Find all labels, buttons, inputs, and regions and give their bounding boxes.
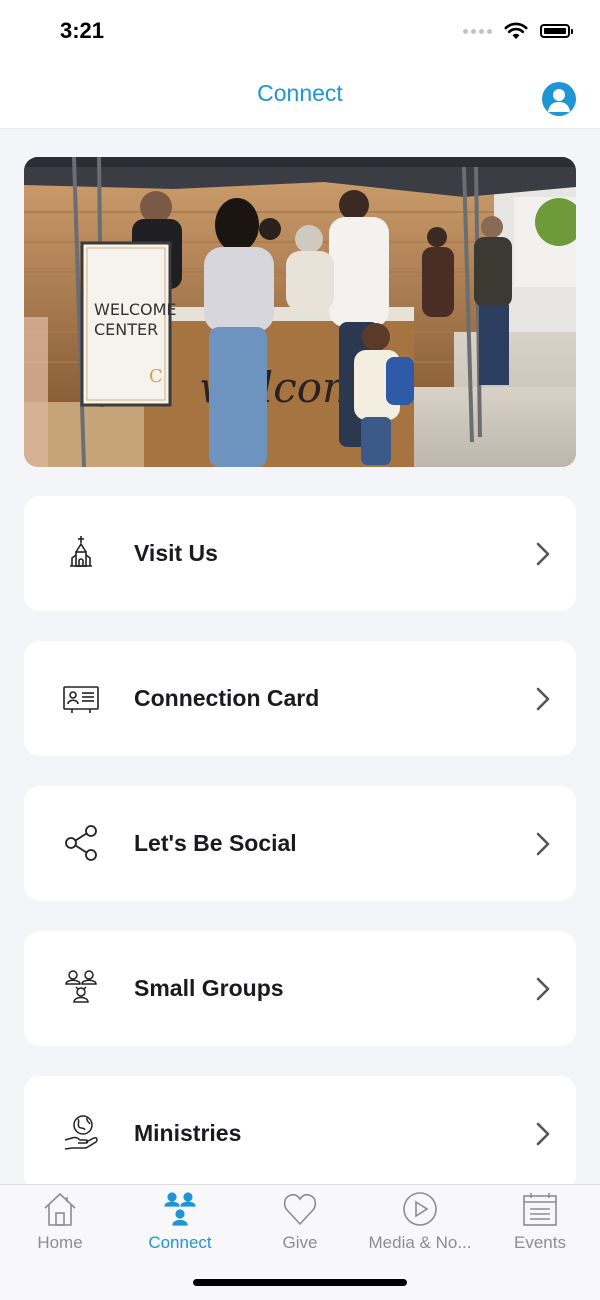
tab-media[interactable]: Media & No... (360, 1185, 480, 1265)
tab-connect-label: Connect (148, 1233, 212, 1252)
chevron-right-icon (536, 977, 550, 1001)
hero-image: welcome WELCOME CENTER C (24, 157, 576, 467)
home-indicator[interactable] (193, 1279, 407, 1286)
chevron-right-icon (536, 1122, 550, 1146)
group-icon (65, 970, 97, 1003)
tab-home-label: Home (37, 1233, 83, 1252)
small-groups-item[interactable]: Small Groups (24, 931, 576, 1046)
share-icon (65, 825, 97, 861)
id-card-icon (63, 686, 99, 713)
tab-events-label: Events (514, 1233, 566, 1252)
globe-hand-icon (64, 1115, 98, 1150)
top-header: 3:21 Connect (0, 0, 600, 129)
lets-be-social-item[interactable]: Let's Be Social (24, 786, 576, 901)
welcome-sign-line1: WELCOME (94, 300, 177, 319)
status-time: 3:21 (60, 18, 105, 43)
tab-media-label: Media & No... (368, 1233, 472, 1252)
tab-connect[interactable]: Connect (120, 1185, 240, 1265)
calendar-icon (523, 1193, 557, 1226)
ministries-item[interactable]: Ministries (24, 1076, 576, 1191)
menu-list: Visit Us Connection Card Let's Be Social… (24, 496, 576, 1221)
people-icon (164, 1192, 196, 1226)
connection-card-label: Connection Card (134, 685, 320, 711)
profile-avatar-icon[interactable] (542, 82, 576, 116)
church-icon (70, 536, 92, 567)
svg-text:C: C (149, 366, 163, 387)
tab-events[interactable]: Events (480, 1185, 600, 1265)
welcome-sign-line2: CENTER (94, 320, 158, 339)
cellular-signal-icon (463, 28, 492, 34)
small-groups-label: Small Groups (134, 975, 284, 1001)
tab-give-label: Give (282, 1233, 318, 1252)
heart-icon (283, 1193, 317, 1226)
chevron-right-icon (536, 832, 550, 856)
visit-us-item[interactable]: Visit Us (24, 496, 576, 611)
tab-give[interactable]: Give (240, 1185, 360, 1265)
visit-us-label: Visit Us (134, 540, 218, 566)
chevron-right-icon (536, 687, 550, 711)
chevron-right-icon (536, 542, 550, 566)
house-icon (44, 1192, 76, 1226)
battery-icon (540, 24, 573, 38)
ministries-label: Ministries (134, 1120, 242, 1146)
tab-home[interactable]: Home (0, 1185, 120, 1265)
status-icons (463, 22, 573, 40)
play-icon (403, 1192, 437, 1226)
connection-card-item[interactable]: Connection Card (24, 641, 576, 756)
lets-be-social-label: Let's Be Social (134, 830, 297, 856)
page-title: Connect (257, 80, 343, 106)
wifi-icon (504, 22, 528, 39)
